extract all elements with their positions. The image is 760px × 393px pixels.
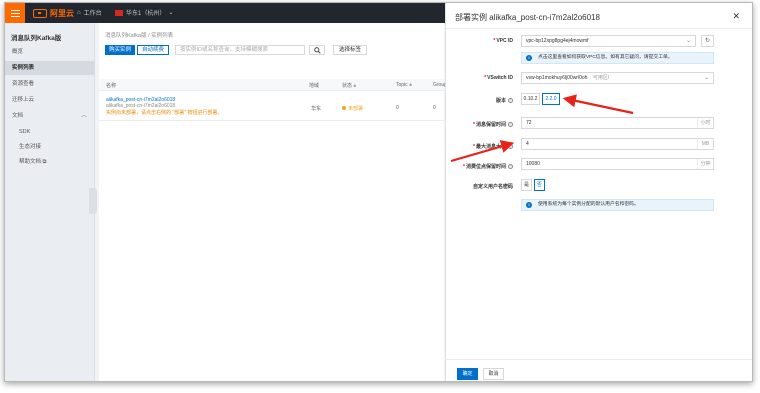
arrow-to-version xyxy=(562,94,634,115)
annotation-arrows xyxy=(450,94,634,163)
app-window: 阿里云 ⌂ 工作台 华东1（杭州） ⌄ 消息队列Kafka版 概览 实例列表 资… xyxy=(4,2,753,382)
arrow-to-max-message-size xyxy=(450,140,515,163)
